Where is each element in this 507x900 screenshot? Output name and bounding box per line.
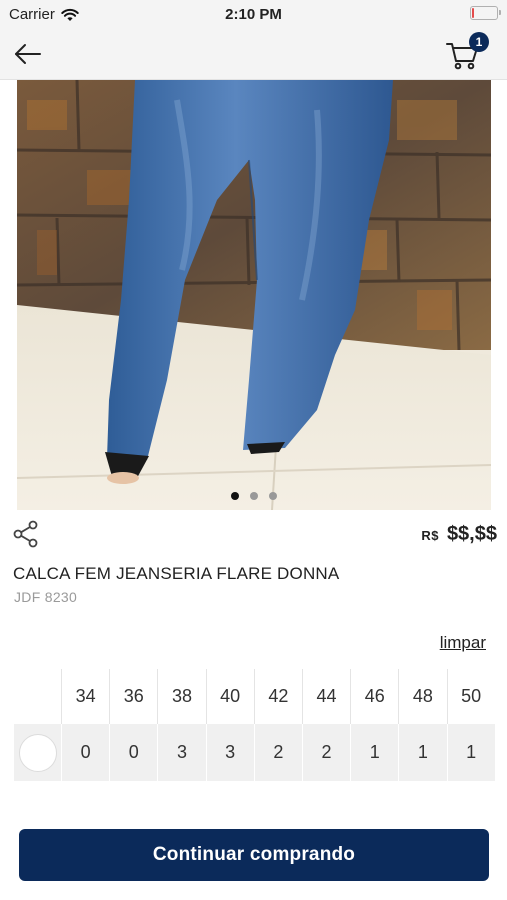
price-currency: R$ — [421, 528, 439, 543]
size-quantity-cell[interactable]: 1 — [350, 724, 399, 781]
battery-icon — [470, 6, 501, 20]
size-quantity-cell[interactable]: 1 — [446, 724, 495, 781]
size-quantity-cell[interactable]: 2 — [253, 724, 302, 781]
size-grid: 34 36 38 40 42 44 46 48 50 003322111 — [14, 669, 495, 781]
arrow-left-icon — [15, 44, 41, 64]
size-label: 50 — [446, 669, 495, 724]
size-header-row: 34 36 38 40 42 44 46 48 50 — [14, 669, 495, 724]
share-icon — [13, 520, 38, 548]
size-label: 44 — [301, 669, 351, 724]
size-quantity-cell[interactable]: 3 — [157, 724, 206, 781]
size-label: 48 — [398, 669, 447, 724]
product-detail-screen: Carrier 2:10 PM 1 R$ $$,$$ CALCA FEM JEA… — [0, 0, 507, 900]
product-code: JDF 8230 — [14, 589, 78, 605]
navigation-bar: 1 — [0, 28, 507, 80]
product-name: CALCA FEM JEANSERIA FLARE DONNA — [13, 564, 340, 583]
size-stock-row: 003322111 — [14, 724, 495, 781]
price-value: $$,$$ — [446, 523, 497, 545]
size-quantity-cell[interactable]: 3 — [205, 724, 254, 781]
carousel-dot[interactable] — [269, 492, 277, 500]
size-label: 36 — [109, 669, 158, 724]
size-quantity-cell[interactable]: 0 — [109, 724, 158, 781]
cart-button[interactable]: 1 — [443, 32, 489, 74]
size-quantity-cell[interactable]: 2 — [301, 724, 351, 781]
share-button[interactable] — [12, 520, 40, 548]
size-label: 40 — [205, 669, 254, 724]
row-select-toggle[interactable] — [18, 733, 57, 772]
size-quantity-cell[interactable]: 1 — [398, 724, 447, 781]
size-header-corner — [14, 669, 61, 724]
carousel-dot[interactable] — [250, 492, 258, 500]
status-bar: Carrier 2:10 PM — [0, 0, 507, 28]
continue-shopping-button[interactable]: Continuar comprando — [19, 829, 489, 881]
size-label: 42 — [253, 669, 302, 724]
carousel-indicator — [17, 492, 491, 500]
size-label: 46 — [350, 669, 399, 724]
clear-selection-link[interactable]: limpar — [440, 633, 486, 653]
battery-level — [472, 8, 474, 18]
row-select-cell — [14, 724, 61, 781]
carousel-dot[interactable] — [231, 492, 239, 500]
product-photo — [17, 80, 491, 510]
back-button[interactable] — [12, 40, 44, 68]
size-label: 34 — [61, 669, 110, 724]
product-price: R$ $$,$$ — [421, 523, 497, 546]
size-quantity-cell[interactable]: 0 — [61, 724, 110, 781]
clock: 2:10 PM — [225, 6, 282, 23]
size-label: 38 — [157, 669, 206, 724]
product-image-carousel[interactable] — [17, 80, 491, 510]
cart-count-badge: 1 — [469, 32, 489, 52]
